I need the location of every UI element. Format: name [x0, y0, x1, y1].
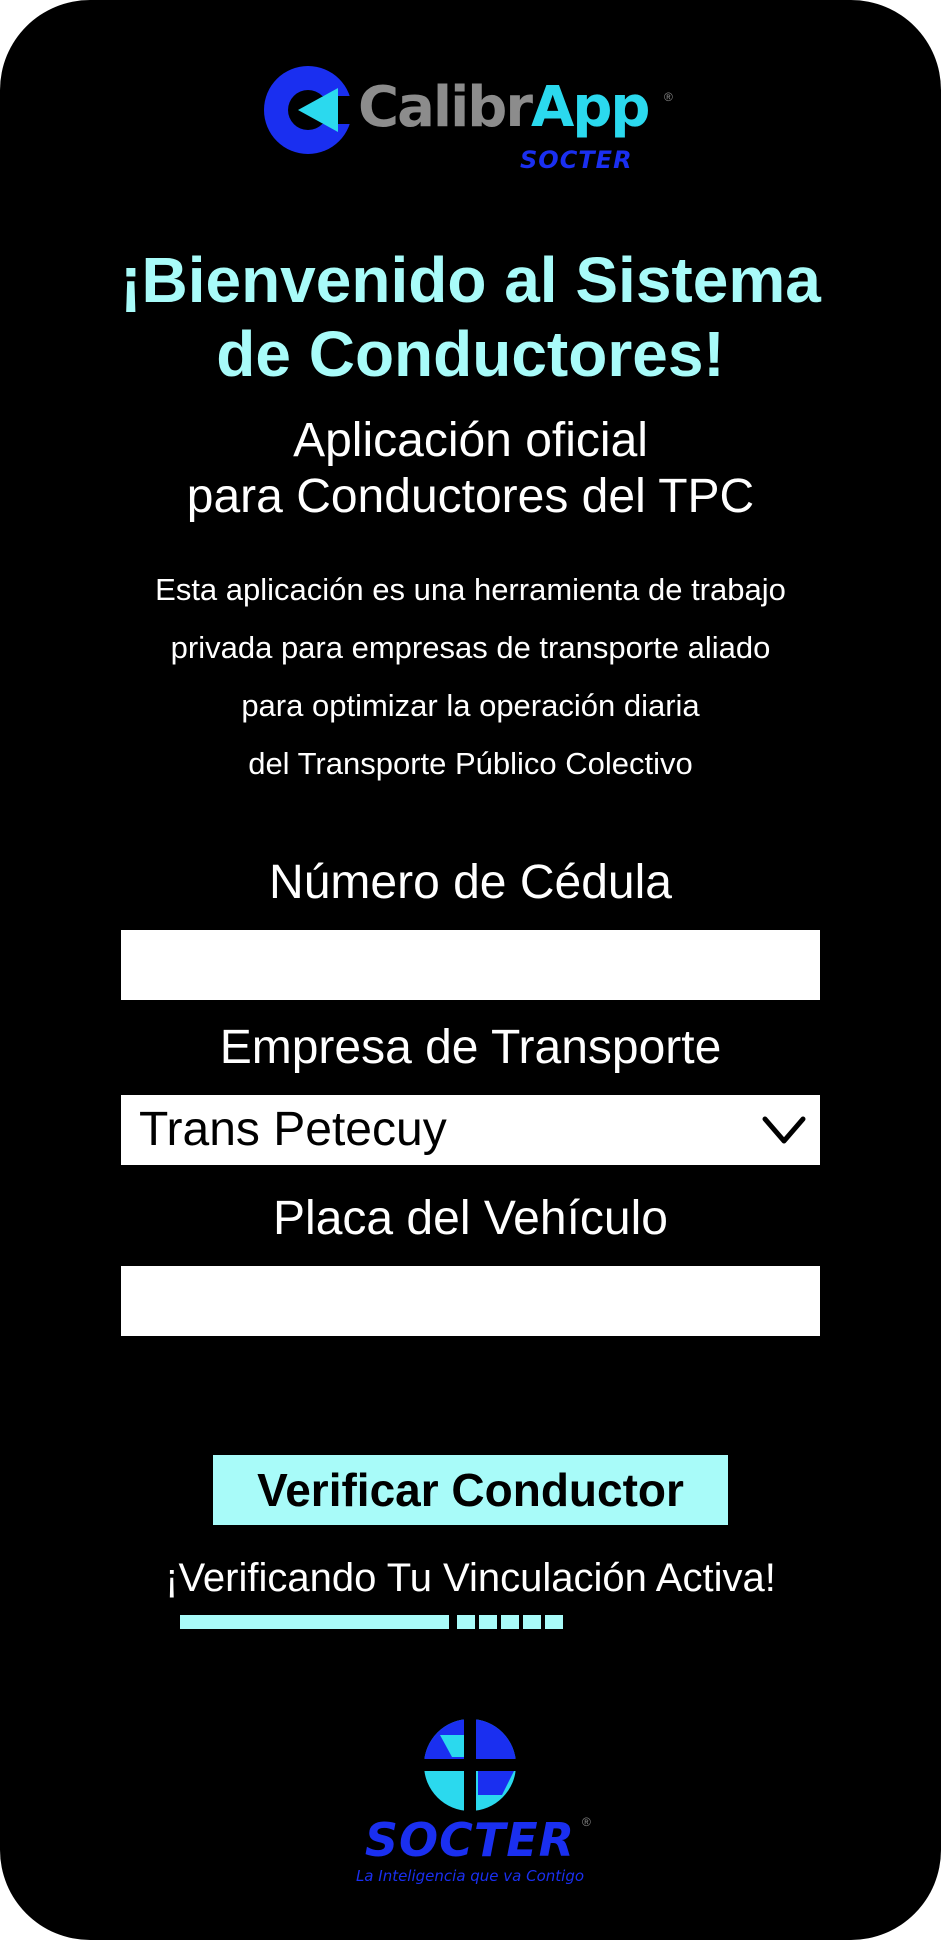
- placa-label: Placa del Vehículo: [273, 1192, 668, 1245]
- socter-wordmark: SOCTER: [364, 1813, 576, 1867]
- socter-logo: SOCTER ® La Inteligencia que va Contigo: [340, 1715, 600, 1895]
- progress-segment: [501, 1615, 519, 1629]
- description-line: Esta aplicación es una herramienta de tr…: [155, 572, 786, 607]
- welcome-line-1: ¡Bienvenido al Sistema: [120, 244, 821, 316]
- description-line: del Transporte Público Colectivo: [248, 746, 693, 781]
- socter-mark-icon: [420, 1715, 520, 1815]
- cedula-input[interactable]: [121, 930, 820, 1000]
- subtitle-line-2: para Conductores del TPC: [186, 470, 755, 523]
- phone-screen: CalibrApp ® SOCTER ¡Bienvenido al Sistem…: [0, 0, 941, 1940]
- empresa-select[interactable]: Trans Petecuy: [121, 1095, 820, 1165]
- app-subtitle: Aplicación oficial para Conductores del …: [0, 413, 941, 525]
- empresa-selected-value: Trans Petecuy: [139, 1103, 447, 1156]
- calibrapp-sub: SOCTER: [520, 146, 633, 174]
- app-description: Esta aplicación es una herramienta de tr…: [0, 561, 941, 793]
- verification-progress-bar: [180, 1615, 620, 1629]
- description-line: para optimizar la operación diaria: [241, 688, 700, 723]
- progress-segment: [457, 1615, 475, 1629]
- progress-segment: [523, 1615, 541, 1629]
- calibrapp-wordmark: CalibrApp: [358, 75, 651, 140]
- cedula-label: Número de Cédula: [269, 856, 672, 909]
- subtitle-line-1: Aplicación oficial: [293, 414, 648, 467]
- verify-driver-button[interactable]: Verificar Conductor: [213, 1455, 728, 1525]
- placa-input[interactable]: [121, 1266, 820, 1336]
- registered-mark: ®: [664, 90, 673, 104]
- progress-fill: [180, 1615, 449, 1629]
- status-message: ¡Verificando Tu Vinculación Activa!: [165, 1556, 776, 1600]
- progress-segment: [545, 1615, 563, 1629]
- wordmark-prefix: Calibr: [358, 75, 533, 140]
- socter-tagline: La Inteligencia que va Contigo: [355, 1867, 585, 1885]
- wordmark-accent: App: [530, 75, 651, 140]
- progress-segment: [479, 1615, 497, 1629]
- empresa-label: Empresa de Transporte: [219, 1021, 722, 1074]
- welcome-title: ¡Bienvenido al Sistema de Conductores!: [0, 243, 941, 391]
- description-line: privada para empresas de transporte alia…: [170, 630, 771, 665]
- calibrapp-logo: CalibrApp ® SOCTER: [262, 60, 682, 180]
- chevron-down-icon: [762, 1116, 806, 1144]
- registered-mark: ®: [582, 1815, 591, 1829]
- welcome-line-2: de Conductores!: [216, 318, 725, 390]
